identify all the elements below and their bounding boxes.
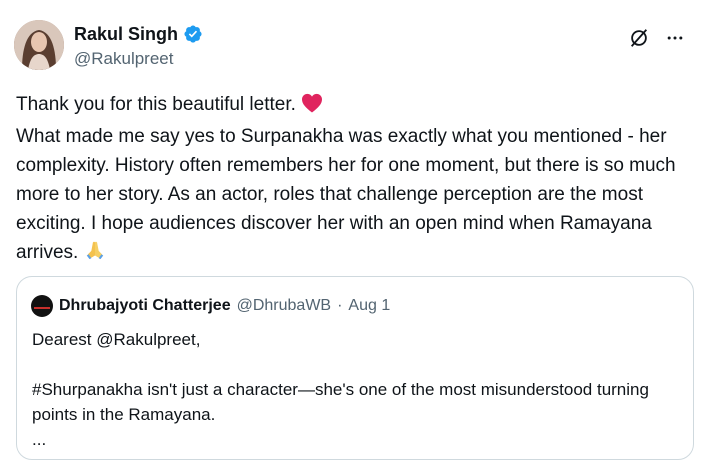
quoted-body-text: #Shurpanakha isn't just a character—she'… (32, 380, 649, 424)
author-avatar[interactable] (14, 20, 64, 70)
heart-emoji-icon (301, 93, 323, 122)
author-handle[interactable]: @Rakulpreet (74, 49, 203, 69)
quoted-tweet-header: Dhrubajyoti Chatterjee @DhrubaWB · Aug 1 (31, 295, 390, 317)
quoted-author-avatar[interactable] (31, 295, 53, 317)
quoted-separator: · (337, 297, 343, 314)
quoted-tweet-body: Dearest @Rakulpreet, #Shurpanakha isn't … (32, 327, 682, 452)
quoted-author-handle[interactable]: @DhrubaWB (237, 297, 332, 315)
verified-badge-icon[interactable] (183, 24, 203, 44)
quoted-paragraph-gap (32, 352, 682, 377)
quoted-author-display-name[interactable]: Dhrubajyoti Chatterjee (59, 297, 231, 315)
more-options-icon[interactable] (663, 26, 687, 50)
tweet-text-paragraph: What made me say yes to Surpanakha was e… (16, 122, 692, 270)
tweet-header: Rakul Singh @Rakulpreet (14, 20, 687, 74)
tweet-text: Thank you for this beautiful letter. Wha… (16, 90, 692, 270)
tweet-text-intro: Thank you for this beautiful letter. (16, 94, 296, 115)
author-display-name[interactable]: Rakul Singh (74, 24, 178, 45)
quoted-date[interactable]: Aug 1 (348, 297, 390, 315)
author-names: Rakul Singh @Rakulpreet (74, 22, 203, 69)
quoted-greeting: Dearest @Rakulpreet, (32, 330, 201, 349)
quoted-tweet[interactable]: Dhrubajyoti Chatterjee @DhrubaWB · Aug 1… (16, 276, 694, 460)
tweet: Rakul Singh @Rakulpreet Thank you for th… (0, 0, 701, 469)
tweet-text-body: What made me say yes to Surpanakha was e… (16, 126, 676, 263)
folded-hands-emoji-icon (84, 239, 106, 270)
quoted-ellipsis: ... (32, 430, 47, 449)
display-name-row: Rakul Singh (74, 22, 203, 46)
header-actions (627, 26, 687, 50)
tweet-text-line1: Thank you for this beautiful letter. (16, 90, 692, 122)
author-avatar-image (14, 20, 64, 70)
grok-icon[interactable] (627, 26, 651, 50)
